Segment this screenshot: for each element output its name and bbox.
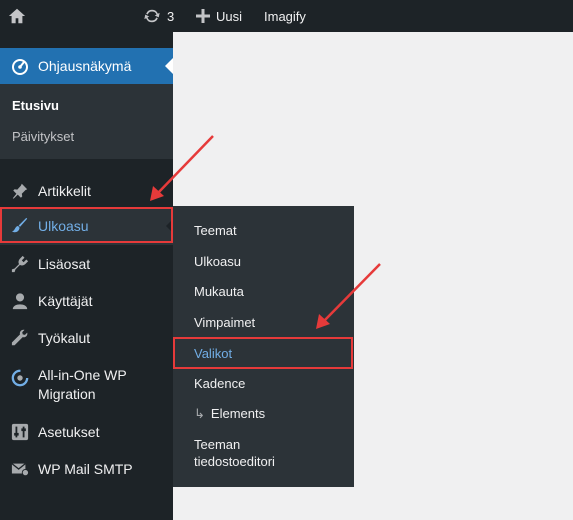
pin-icon	[10, 181, 30, 201]
flyout-item-kadence[interactable]: Kadence	[194, 375, 245, 392]
flyout-item-teemat[interactable]: Teemat	[194, 222, 237, 239]
sidebar-item-label: Ohjausnäkymä	[38, 57, 132, 74]
new-content-link[interactable]: Uusi	[196, 0, 242, 32]
flyout-item-elements[interactable]: ↳ Elements	[194, 405, 265, 422]
sidebar-item-label: Työkalut	[38, 329, 91, 346]
flyout-item-vimpaimet[interactable]: Vimpaimet	[194, 314, 255, 331]
migration-icon	[10, 368, 30, 388]
updates-link[interactable]: 3	[143, 0, 174, 32]
sidebar-item-artikkelit[interactable]: Artikkelit	[0, 176, 173, 206]
submenu-etusivu[interactable]: Etusivu	[12, 98, 59, 113]
admin-bar: 3 Uusi Imagify	[0, 0, 573, 32]
user-icon	[10, 291, 30, 311]
sub-item-hook-icon: ↳	[194, 406, 205, 421]
settings-icon	[10, 422, 30, 442]
sidebar-item-label: WP Mail SMTP	[38, 460, 133, 477]
highlight-box-ulkoasu	[0, 207, 173, 243]
refresh-icon	[144, 9, 160, 23]
mail-icon	[10, 459, 30, 479]
sidebar-item-label: Artikkelit	[38, 182, 91, 199]
sidebar-item-label: All-in-One WP	[38, 367, 127, 383]
flyout-item-label: Elements	[210, 406, 266, 421]
sidebar-item-kayttajat[interactable]: Käyttäjät	[0, 286, 173, 316]
submenu-paivitykset[interactable]: Päivitykset	[12, 129, 74, 144]
new-label: Uusi	[216, 8, 243, 24]
updates-count: 3	[167, 8, 175, 24]
sidebar-item-label: Lisäosat	[38, 255, 91, 272]
sidebar-item-wp-mail-smtp[interactable]: WP Mail SMTP	[0, 454, 173, 484]
sidebar-item-lisaosat[interactable]: Lisäosat	[0, 249, 173, 279]
sidebar-item-tyokalut[interactable]: Työkalut	[0, 323, 173, 353]
sidebar-item-asetukset[interactable]: Asetukset	[0, 417, 173, 447]
imagify-link[interactable]: Imagify	[264, 0, 306, 32]
plus-icon	[196, 9, 210, 23]
home-icon	[8, 8, 26, 24]
wrench-icon	[10, 328, 30, 348]
flyout-item-label-line2: tiedostoeditori	[194, 454, 275, 469]
sidebar-item-dashboard[interactable]: Ohjausnäkymä	[0, 48, 173, 84]
admin-sidebar: Ohjausnäkymä Etusivu Päivitykset Artikke…	[0, 32, 173, 520]
sidebar-item-all-in-one-wp-migration[interactable]: All-in-One WP Migration	[0, 364, 173, 406]
flyout-item-teeman-tiedostoeditori[interactable]: Teeman tiedostoeditori	[194, 436, 275, 470]
sidebar-item-label: Käyttäjät	[38, 292, 93, 309]
plugin-icon	[10, 254, 30, 274]
flyout-item-label: Teeman	[194, 437, 241, 452]
sidebar-item-label-line2: Migration	[38, 386, 96, 402]
highlight-box-valikot	[173, 337, 353, 369]
current-indicator	[165, 58, 173, 74]
sidebar-item-label: Asetukset	[38, 423, 100, 440]
dashboard-submenu: Etusivu Päivitykset	[0, 84, 173, 159]
dashboard-icon	[10, 56, 30, 76]
flyout-item-ulkoasu[interactable]: Ulkoasu	[194, 253, 241, 270]
home-link[interactable]	[8, 0, 26, 32]
flyout-item-mukauta[interactable]: Mukauta	[194, 283, 244, 300]
